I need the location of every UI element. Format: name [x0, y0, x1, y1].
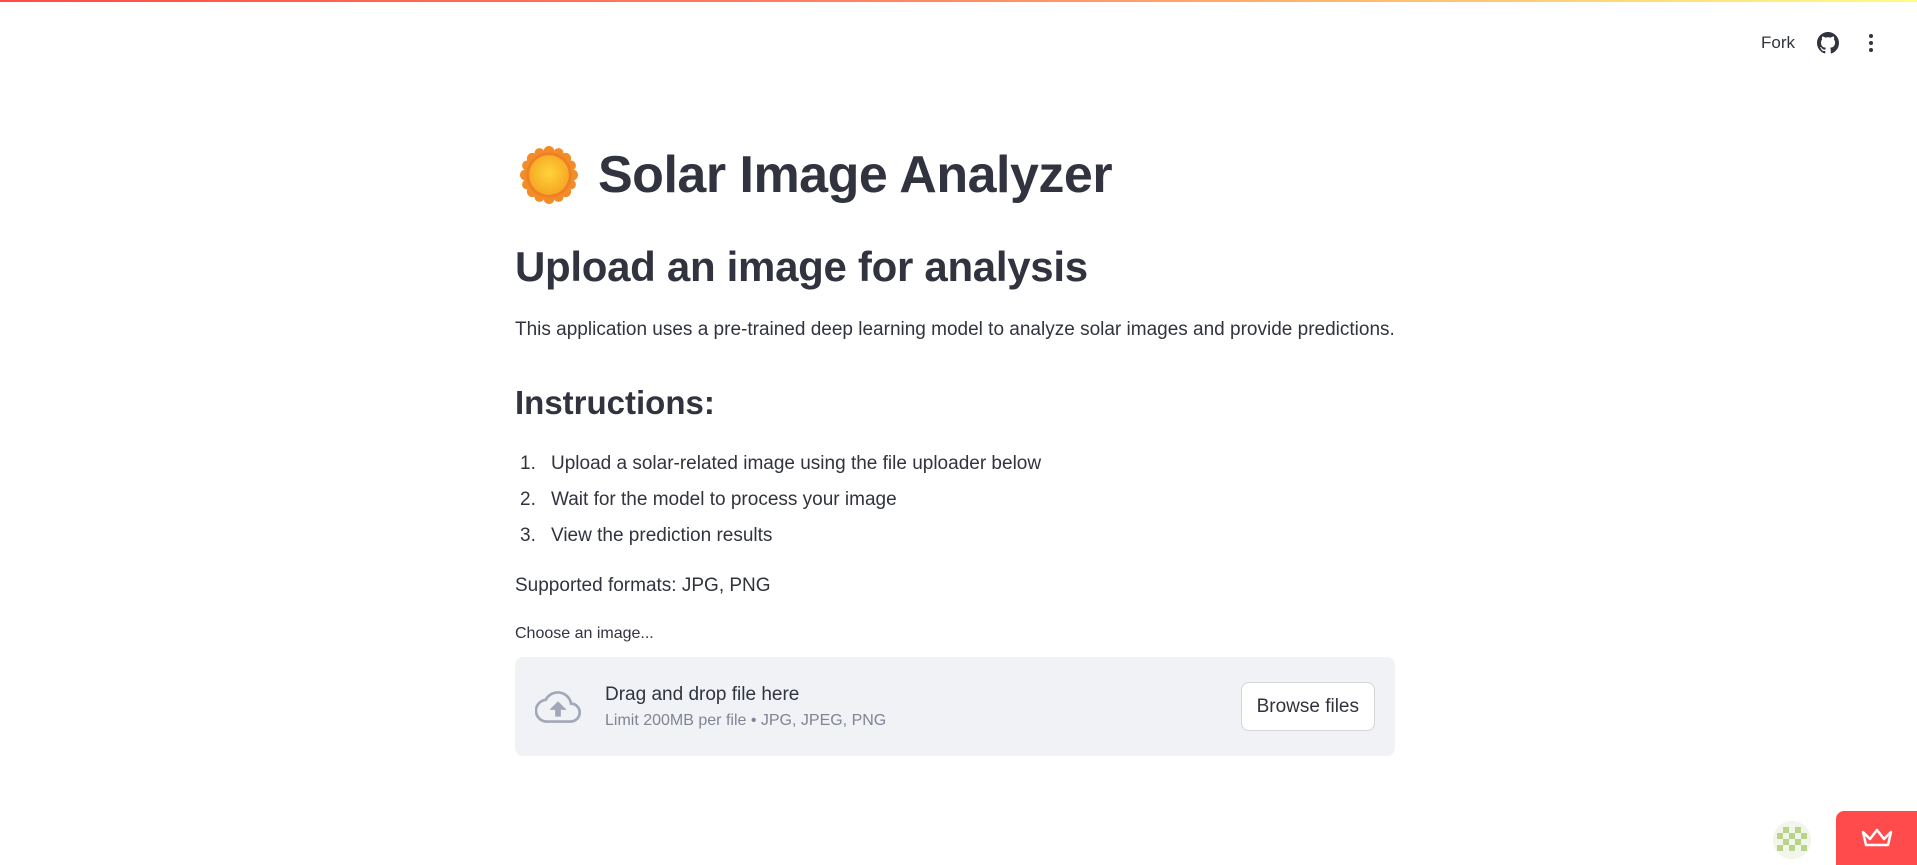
list-item: 1. Upload a solar-related image using th… [515, 446, 1395, 482]
crown-icon [1861, 828, 1892, 847]
menu-dot [1869, 41, 1873, 45]
instructions-heading: Instructions: [515, 383, 715, 421]
cloud-upload-icon [535, 690, 581, 723]
step-number: 1. [520, 453, 536, 475]
menu-dot [1869, 34, 1873, 38]
menu-dot [1869, 48, 1873, 52]
upload-subheader: Upload an image for analysis [515, 243, 1088, 290]
list-item: 2. Wait for the model to process your im… [515, 482, 1395, 518]
main-content: Solar Image Analyzer Upload an image for… [515, 130, 1395, 757]
avatar-pattern [1773, 821, 1811, 859]
uploader-label: Choose an image... [515, 624, 654, 642]
supported-formats: Supported formats: JPG, PNG [515, 575, 771, 597]
more-vertical-icon[interactable] [1861, 32, 1881, 54]
app-toolbar: Fork [1751, 28, 1881, 58]
browse-files-button[interactable]: Browse files [1240, 682, 1375, 732]
step-text: View the prediction results [551, 525, 773, 547]
page-title: Solar Image Analyzer [598, 146, 1113, 204]
pixel-avatar-icon[interactable] [1773, 821, 1811, 859]
fork-button[interactable]: Fork [1751, 29, 1805, 57]
sun-icon [520, 146, 578, 204]
app-description: This application uses a pre-trained deep… [515, 319, 1395, 341]
file-dropzone[interactable]: Drag and drop file here Limit 200MB per … [515, 657, 1395, 757]
step-number: 3. [520, 525, 536, 547]
file-limit-text: Limit 200MB per file • JPG, JPEG, PNG [605, 711, 887, 729]
drop-instructions: Drag and drop file here [605, 683, 800, 705]
list-item: 3. View the prediction results [515, 518, 1395, 554]
instructions-list: 1. Upload a solar-related image using th… [515, 446, 1395, 554]
dropzone-text: Drag and drop file here Limit 200MB per … [605, 684, 886, 730]
top-decoration-bar [0, 0, 1917, 2]
step-number: 2. [520, 489, 536, 511]
title-row: Solar Image Analyzer [515, 130, 1395, 220]
step-text: Upload a solar-related image using the f… [551, 453, 1042, 475]
streamlit-badge[interactable] [1836, 811, 1917, 865]
step-text: Wait for the model to process your image [551, 489, 897, 511]
github-icon[interactable] [1817, 32, 1839, 54]
